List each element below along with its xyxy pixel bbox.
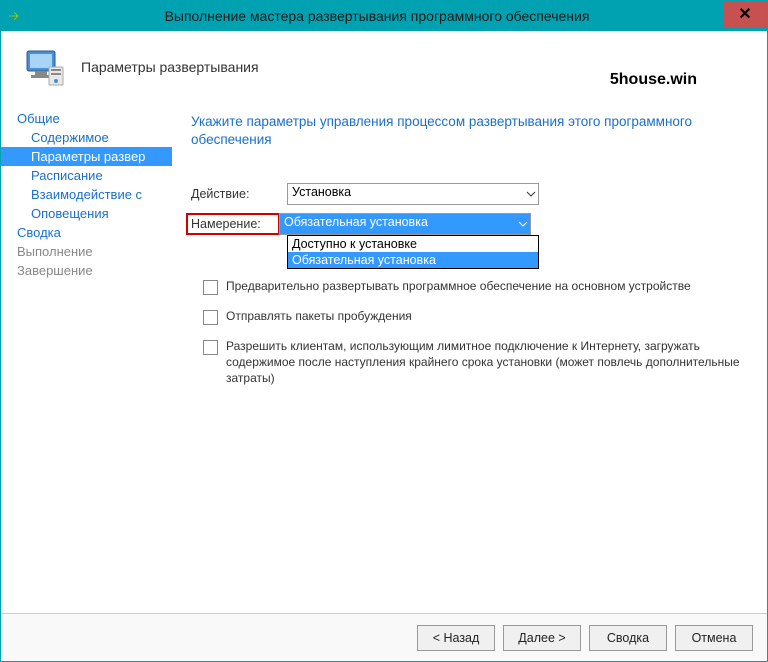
sidebar-item-schedule[interactable]: Расписание — [1, 166, 172, 185]
chevron-down-icon — [518, 221, 528, 227]
action-row: Действие: Установка — [191, 183, 747, 205]
checkbox-metered-row: Разрешить клиентам, использующим лимитно… — [203, 339, 747, 386]
close-icon: ✕ — [738, 4, 751, 24]
checkbox-metered-label: Разрешить клиентам, использующим лимитно… — [226, 339, 746, 386]
checkbox-metered[interactable] — [203, 340, 218, 355]
checkbox-predeploy-row: Предварительно развертывать программное … — [203, 279, 747, 295]
content: Укажите параметры управления процессом р… — [173, 107, 767, 655]
sidebar: Общие Содержимое Параметры развер Распис… — [1, 107, 173, 655]
action-label: Действие: — [191, 187, 287, 201]
action-select-value: Установка — [292, 185, 351, 199]
close-button[interactable]: ✕ — [723, 1, 767, 27]
purpose-select-value: Обязательная установка — [284, 215, 428, 229]
purpose-dropdown: Доступно к установке Обязательная устано… — [287, 235, 539, 269]
sidebar-item-user-exp[interactable]: Взаимодействие с — [1, 185, 172, 204]
main: Общие Содержимое Параметры развер Распис… — [1, 107, 767, 655]
checkbox-wakeup-row: Отправлять пакеты пробуждения — [203, 309, 747, 325]
purpose-label: Намерение: — [187, 214, 279, 234]
chevron-down-icon — [526, 191, 536, 197]
sidebar-item-deploy-params[interactable]: Параметры развер — [1, 147, 172, 166]
titlebar: Выполнение мастера развертывания програм… — [1, 1, 767, 31]
footer: < Назад Далее > Сводка Отмена — [1, 613, 767, 661]
checkbox-predeploy[interactable] — [203, 280, 218, 295]
wizard-computer-icon — [23, 45, 67, 89]
purpose-select[interactable]: Обязательная установка — [279, 213, 531, 235]
back-button[interactable]: < Назад — [417, 625, 495, 651]
forward-arrow-icon — [7, 8, 23, 24]
watermark: 5house.win — [610, 71, 697, 89]
window-title: Выполнение мастера развертывания програм… — [31, 8, 723, 24]
purpose-option-available[interactable]: Доступно к установке — [288, 236, 538, 252]
cancel-button[interactable]: Отмена — [675, 625, 753, 651]
next-button[interactable]: Далее > — [503, 625, 581, 651]
purpose-row: Намерение: Обязательная установка Доступ… — [191, 213, 747, 235]
sidebar-item-content[interactable]: Содержимое — [1, 128, 172, 147]
checkbox-wakeup-label: Отправлять пакеты пробуждения — [226, 309, 412, 325]
sidebar-item-alerts[interactable]: Оповещения — [1, 204, 172, 223]
content-title: Укажите параметры управления процессом р… — [191, 113, 711, 149]
purpose-option-required[interactable]: Обязательная установка — [288, 252, 538, 268]
checkbox-predeploy-label: Предварительно развертывать программное … — [226, 279, 691, 295]
action-select[interactable]: Установка — [287, 183, 539, 205]
sidebar-item-summary[interactable]: Сводка — [1, 223, 172, 242]
sidebar-item-completion: Завершение — [1, 261, 172, 280]
page-title: Параметры развертывания — [81, 59, 259, 75]
header: Параметры развертывания 5house.win — [1, 31, 767, 107]
summary-button[interactable]: Сводка — [589, 625, 667, 651]
sidebar-item-progress: Выполнение — [1, 242, 172, 261]
sidebar-item-general[interactable]: Общие — [1, 109, 172, 128]
checkbox-wakeup[interactable] — [203, 310, 218, 325]
